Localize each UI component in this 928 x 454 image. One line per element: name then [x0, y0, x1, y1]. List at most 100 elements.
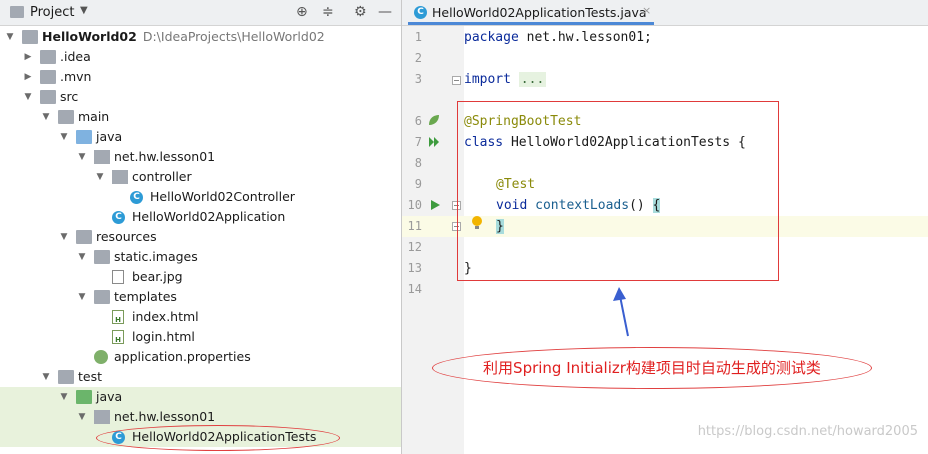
- expanded-arrow-icon[interactable]: ▼: [40, 367, 52, 387]
- tree-item-label: main: [78, 109, 110, 124]
- tree-item[interactable]: Hindex.html: [0, 307, 401, 327]
- locate-icon[interactable]: ⊕: [296, 4, 308, 20]
- tree-item-label: bear.jpg: [132, 269, 183, 284]
- expanded-arrow-icon[interactable]: ▼: [58, 387, 70, 407]
- test-class-icon: C: [414, 6, 427, 19]
- tree-item-text: net.hw.lesson01: [114, 147, 215, 167]
- tree-item-text: static.images: [114, 247, 198, 267]
- expanded-arrow-icon[interactable]: ▼: [76, 407, 88, 427]
- tree-item-text: controller: [132, 167, 192, 187]
- import-fold-placeholder[interactable]: ...: [518, 72, 547, 87]
- resources-folder-icon: [76, 230, 92, 244]
- tree-item-label: static.images: [114, 249, 198, 264]
- code-line-3[interactable]: import ...: [464, 69, 547, 90]
- run-test-icon[interactable]: [430, 198, 442, 212]
- expanded-arrow-icon[interactable]: ▼: [40, 107, 52, 127]
- html-file-icon: H: [112, 310, 124, 324]
- tree-item[interactable]: ▶ .idea: [0, 47, 401, 67]
- gear-icon[interactable]: ⚙: [354, 4, 367, 20]
- tree-item-label: resources: [96, 229, 157, 244]
- tree-item[interactable]: C HelloWorld02Application: [0, 207, 401, 227]
- package-icon: [94, 410, 110, 424]
- fold-import-icon[interactable]: [452, 76, 462, 86]
- annotation-note: 利用Spring Initializr构建项目时自动生成的测试类: [483, 359, 821, 377]
- tree-item-label: application.properties: [114, 349, 251, 364]
- close-tab-icon[interactable]: ×: [642, 4, 651, 17]
- import-keyword: import: [464, 72, 511, 87]
- tree-item-label: java: [96, 389, 123, 404]
- tree-item-text: src: [60, 87, 78, 107]
- tree-item[interactable]: C HelloWorld02Controller: [0, 187, 401, 207]
- tree-item[interactable]: ▼ templates: [0, 287, 401, 307]
- expanded-arrow-icon[interactable]: ▼: [22, 87, 34, 107]
- editor-tab[interactable]: C HelloWorld02ApplicationTests.java ×: [408, 0, 654, 25]
- tree-item-text: resources: [96, 227, 157, 247]
- line-number: 11: [407, 219, 422, 233]
- tree-item-text: java: [96, 127, 122, 147]
- collapsed-arrow-icon[interactable]: ▶: [22, 47, 34, 67]
- tree-item[interactable]: ▼ java: [0, 387, 401, 407]
- tree-item-text: index.html: [132, 307, 199, 327]
- tree-item-label: java: [96, 129, 123, 144]
- folder-icon: [40, 70, 56, 84]
- module-folder-icon: [22, 30, 38, 44]
- tree-item[interactable]: Hlogin.html: [0, 327, 401, 347]
- run-class-icon[interactable]: [428, 135, 442, 149]
- line-number: 9: [414, 177, 422, 191]
- expanded-arrow-icon[interactable]: ▼: [76, 247, 88, 267]
- spring-bean-icon[interactable]: [427, 113, 441, 127]
- expanded-arrow-icon[interactable]: ▼: [76, 287, 88, 307]
- expanded-arrow-icon[interactable]: ▼: [94, 167, 106, 187]
- folder-icon: [94, 290, 110, 304]
- tree-item-label: test: [78, 369, 103, 384]
- tree-item-text: application.properties: [114, 347, 251, 367]
- tree-item-label: net.hw.lesson01: [114, 409, 216, 424]
- line-number: 10: [407, 198, 422, 212]
- expanded-arrow-icon[interactable]: ▼: [76, 147, 88, 167]
- tree-item-label: .mvn: [60, 69, 92, 84]
- hide-icon[interactable]: —: [378, 4, 392, 20]
- tree-item[interactable]: ▼ test: [0, 367, 401, 387]
- tree-item[interactable]: bear.jpg: [0, 267, 401, 287]
- tree-item[interactable]: application.properties: [0, 347, 401, 367]
- tree-item-label: net.hw.lesson01: [114, 149, 216, 164]
- image-file-icon: [112, 270, 124, 284]
- class-icon: C: [130, 191, 143, 204]
- line-number: 8: [414, 156, 422, 170]
- folder-icon: [94, 250, 110, 264]
- tree-item[interactable]: ▼ net.hw.lesson01: [0, 407, 401, 427]
- tree-item[interactable]: ▼ static.images: [0, 247, 401, 267]
- tree-item[interactable]: ▼ controller: [0, 167, 401, 187]
- source-folder-icon: [76, 130, 92, 144]
- tree-item-text: HelloWorld02 D:\IdeaProjects\HelloWorld02: [42, 27, 325, 47]
- collapse-all-icon[interactable]: ≑: [322, 4, 334, 20]
- collapsed-arrow-icon[interactable]: ▶: [22, 67, 34, 87]
- tree-item[interactable]: ▼ src: [0, 87, 401, 107]
- highlight-ellipse-left: [96, 425, 340, 451]
- project-view-title[interactable]: Project: [30, 5, 74, 20]
- tree-item-text: login.html: [132, 327, 195, 347]
- tree-item[interactable]: ▼ main: [0, 107, 401, 127]
- tree-item[interactable]: ▼ resources: [0, 227, 401, 247]
- tree-item-text: bear.jpg: [132, 267, 183, 287]
- tree-item[interactable]: ▶ .mvn: [0, 67, 401, 87]
- tree-item[interactable]: ▼ HelloWorld02 D:\IdeaProjects\HelloWorld0…: [0, 27, 401, 47]
- tree-item-label: controller: [132, 169, 192, 184]
- expanded-arrow-icon[interactable]: ▼: [58, 227, 70, 247]
- line-number: 6: [414, 114, 422, 128]
- tree-item[interactable]: ▼ net.hw.lesson01: [0, 147, 401, 167]
- project-panel: Project ▼ ⊕ ≑ ⚙ — ▼ HelloWorld02 D:\IdeaPr…: [0, 0, 401, 454]
- chevron-down-icon[interactable]: ▼: [80, 5, 88, 16]
- tree-item-label: HelloWorld02Application: [132, 209, 286, 224]
- line-number: 14: [407, 282, 422, 296]
- tree-item[interactable]: ▼ java: [0, 127, 401, 147]
- tree-item-text: .mvn: [60, 67, 91, 87]
- package-keyword: package: [464, 30, 519, 45]
- highlight-box-code: [457, 101, 779, 281]
- expanded-arrow-icon[interactable]: ▼: [4, 27, 16, 47]
- line-number: 13: [407, 261, 422, 275]
- tree-item-text: java: [96, 387, 122, 407]
- expanded-arrow-icon[interactable]: ▼: [58, 127, 70, 147]
- code-line-1[interactable]: package net.hw.lesson01;: [464, 27, 652, 48]
- tree-item-path: D:\IdeaProjects\HelloWorld02: [142, 29, 325, 44]
